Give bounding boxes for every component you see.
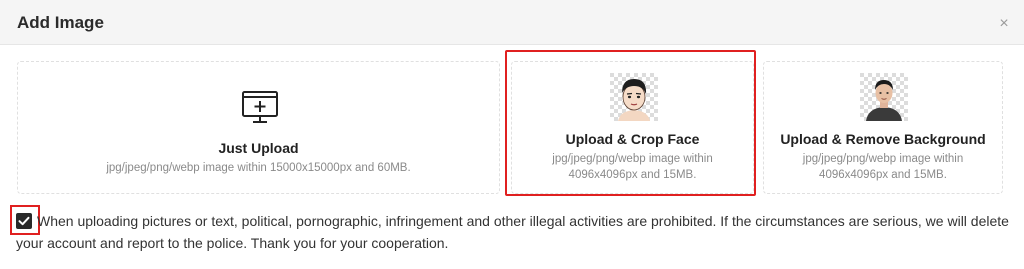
portrait-transparent-bg-icon bbox=[860, 73, 908, 121]
crop-face-option[interactable]: Upload & Crop Face jpg/jpeg/png/webp ima… bbox=[511, 61, 754, 194]
close-icon[interactable]: × bbox=[997, 16, 1011, 32]
monitor-plus-icon bbox=[242, 91, 278, 123]
just-upload-title: Just Upload bbox=[218, 140, 299, 156]
remove-background-description: jpg/jpeg/png/webp image within 4096x4096… bbox=[802, 153, 964, 181]
just-upload-description: jpg/jpeg/png/webp image within 15000x150… bbox=[106, 162, 411, 174]
crop-face-description: jpg/jpeg/png/webp image within 4096x4096… bbox=[552, 153, 713, 181]
crop-face-title: Upload & Crop Face bbox=[565, 131, 700, 147]
face-portrait-icon bbox=[610, 73, 658, 121]
agreement-row: When uploading pictures or text, politic… bbox=[0, 205, 1024, 255]
remove-background-title: Upload & Remove Background bbox=[780, 131, 986, 147]
agreement-text: When uploading pictures or text, politic… bbox=[16, 213, 1009, 251]
add-image-dialog: Add Image × Just Upload jpg/jpeg/png/web… bbox=[0, 0, 1024, 269]
dialog-title: Add Image bbox=[17, 13, 104, 32]
just-upload-option[interactable]: Just Upload jpg/jpeg/png/webp image with… bbox=[17, 61, 500, 194]
dialog-header: Add Image × bbox=[0, 0, 1024, 45]
remove-background-option[interactable]: Upload & Remove Background jpg/jpeg/png/… bbox=[763, 61, 1003, 194]
